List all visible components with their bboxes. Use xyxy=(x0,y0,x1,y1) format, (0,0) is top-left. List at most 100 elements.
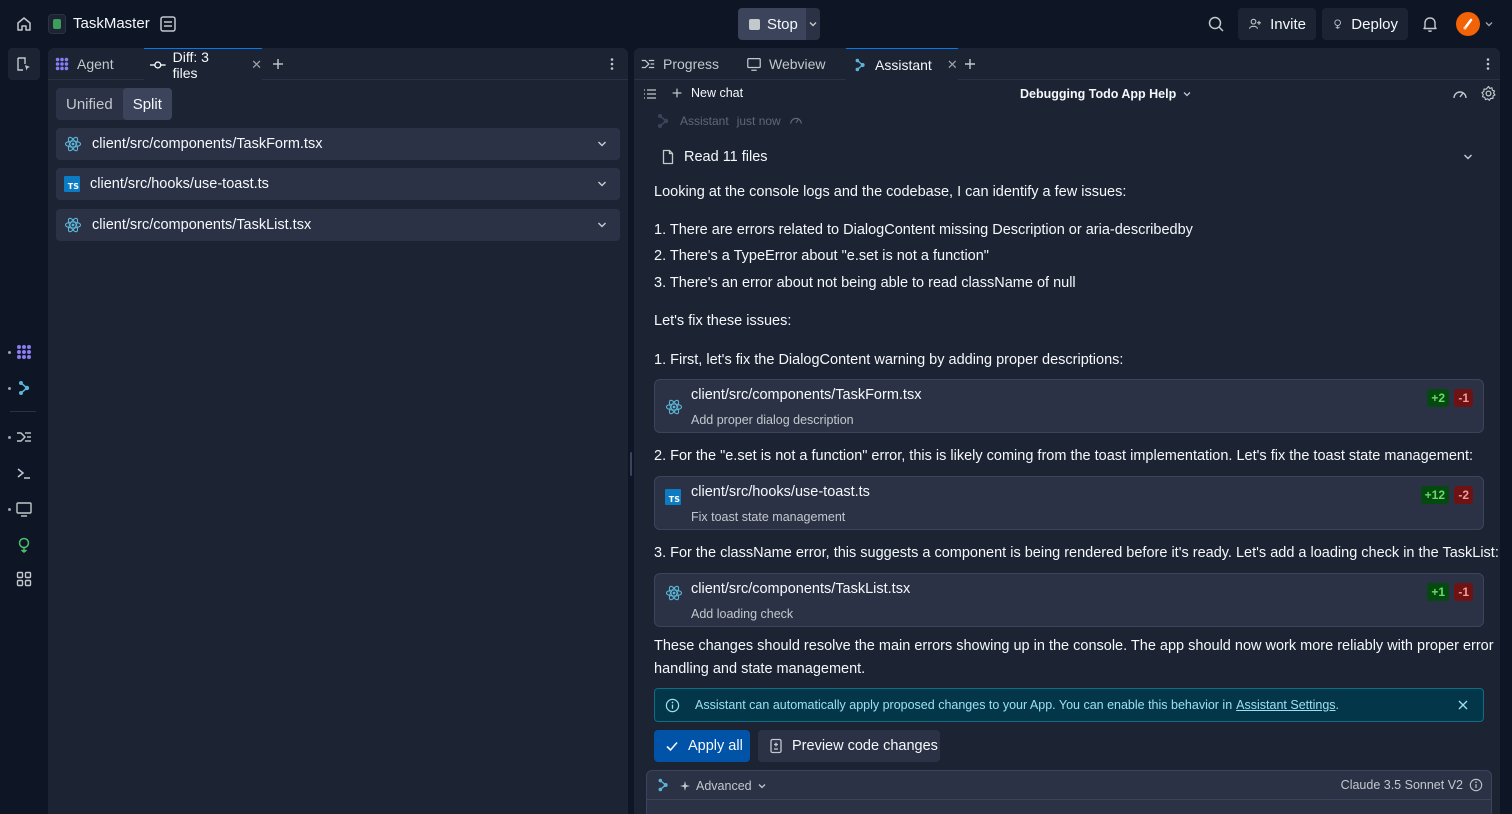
fix-step: 2. For the "e.set is not a function" err… xyxy=(654,448,1474,464)
react-icon xyxy=(64,136,82,152)
rail-indicator-dot xyxy=(8,387,11,390)
add-tab-button[interactable] xyxy=(270,56,286,72)
home-icon xyxy=(17,17,31,31)
rail-indicator-dot xyxy=(8,508,11,511)
invite-button[interactable]: Invite xyxy=(1238,8,1316,40)
deploy-label: Deploy xyxy=(1351,15,1398,33)
plus-icon xyxy=(965,59,975,69)
close-icon[interactable] xyxy=(1457,699,1469,711)
chat-history-button[interactable] xyxy=(642,86,658,102)
assistant-settings-link[interactable]: Assistant Settings xyxy=(1236,698,1335,712)
home-button[interactable] xyxy=(10,10,38,38)
additions-badge: +12 xyxy=(1420,486,1449,504)
close-icon[interactable]: ✕ xyxy=(947,57,958,73)
info-icon xyxy=(665,698,680,713)
app-menu-icon[interactable] xyxy=(158,14,178,34)
chat-composer: Advanced Claude 3.5 Sonnet V2 xyxy=(646,770,1492,814)
banner-suffix: . xyxy=(1335,698,1340,712)
rail-files-button[interactable] xyxy=(8,48,40,80)
tab-assistant[interactable]: Assistant ✕ xyxy=(846,48,958,80)
top-bar: TaskMaster Stop Invite Deploy xyxy=(0,0,1512,48)
chevron-down-icon[interactable] xyxy=(596,219,608,231)
app-name[interactable]: TaskMaster xyxy=(73,15,150,32)
pane-menu-button[interactable] xyxy=(1480,56,1496,72)
diff-file-row[interactable]: TS client/src/hooks/use-toast.ts xyxy=(56,168,620,200)
chat-settings-button[interactable] xyxy=(1480,85,1497,102)
account-menu-button[interactable] xyxy=(1484,19,1494,29)
rail-progress-button[interactable] xyxy=(12,425,36,449)
view-mode-toggle: Unified Split xyxy=(56,88,172,120)
rail-webview-button[interactable] xyxy=(12,497,36,521)
chevron-down-icon[interactable] xyxy=(596,178,608,190)
check-icon xyxy=(666,741,678,752)
typescript-icon: TS xyxy=(665,489,681,505)
monitor-icon xyxy=(747,58,761,71)
change-card[interactable]: client/src/components/TaskList.tsx Add l… xyxy=(654,573,1484,627)
more-vertical-icon xyxy=(1486,58,1490,70)
change-card[interactable]: client/src/components/TaskForm.tsx Add p… xyxy=(654,379,1484,433)
chevron-down-icon[interactable] xyxy=(596,138,608,150)
pane-resize-handle[interactable] xyxy=(630,452,632,476)
plus-icon xyxy=(672,88,682,98)
change-description: Fix toast state management xyxy=(691,510,846,524)
read-files-label: Read 11 files xyxy=(684,149,768,165)
plus-icon xyxy=(273,59,283,69)
preview-changes-button[interactable]: Preview code changes xyxy=(758,730,940,762)
model-selector[interactable]: Claude 3.5 Sonnet V2 xyxy=(1341,778,1483,792)
banner-text: Assistant can automatically apply propos… xyxy=(695,698,1233,712)
chat-title-dropdown[interactable]: Debugging Todo App Help xyxy=(1020,87,1192,101)
more-vertical-icon xyxy=(610,58,614,70)
diff-file-row[interactable]: client/src/components/TaskList.tsx xyxy=(56,209,620,241)
notifications-button[interactable] xyxy=(1421,14,1439,34)
rail-assistant-button[interactable] xyxy=(12,376,36,400)
list-icon xyxy=(644,89,656,99)
diff-file-row[interactable]: client/src/components/TaskForm.tsx xyxy=(56,128,620,160)
rail-shell-button[interactable] xyxy=(12,461,36,485)
deploy-icon xyxy=(18,537,30,553)
pane-menu-button[interactable] xyxy=(604,56,620,72)
read-files-row[interactable]: Read 11 files xyxy=(654,140,1484,174)
app-icon[interactable] xyxy=(48,14,66,34)
rail-indicator-dot xyxy=(8,436,11,439)
advanced-dropdown[interactable]: Advanced xyxy=(679,779,767,793)
view-mode-split[interactable]: Split xyxy=(122,88,172,120)
rail-all-tools-button[interactable] xyxy=(12,567,36,591)
issue-item: 2. There's a TypeError about "e.set is n… xyxy=(654,248,989,264)
fix-step: 1. First, let's fix the DialogContent wa… xyxy=(654,352,1124,368)
tab-diff[interactable]: Diff: 3 files ✕ xyxy=(144,48,262,81)
file-path: client/src/components/TaskForm.tsx xyxy=(92,136,323,152)
react-icon xyxy=(64,217,82,233)
stop-dropdown-button[interactable] xyxy=(806,8,820,40)
avatar[interactable] xyxy=(1456,12,1480,36)
search-button[interactable] xyxy=(1206,14,1226,34)
diff-pane: Agent Diff: 3 files ✕ Unified Split clie… xyxy=(48,48,628,814)
rail-agent-button[interactable] xyxy=(12,340,36,364)
chevron-down-icon xyxy=(1183,92,1191,97)
add-tab-button[interactable] xyxy=(962,56,978,72)
deletions-badge: -1 xyxy=(1454,583,1473,601)
apply-all-button[interactable]: Apply all xyxy=(654,730,750,762)
sparkle-icon xyxy=(680,781,690,791)
change-card[interactable]: TS client/src/hooks/use-toast.ts Fix toa… xyxy=(654,476,1484,530)
chevron-down-icon xyxy=(809,22,817,27)
new-chat-button[interactable]: New chat xyxy=(670,86,743,100)
advanced-label: Advanced xyxy=(696,779,752,793)
rail-deployments-button[interactable] xyxy=(12,533,36,557)
close-icon[interactable]: ✕ xyxy=(251,57,262,73)
stop-button[interactable]: Stop xyxy=(738,8,806,40)
search-icon xyxy=(1208,16,1224,32)
usage-button[interactable] xyxy=(1452,86,1468,102)
info-icon xyxy=(1469,778,1483,792)
assistant-icon xyxy=(19,381,30,395)
stop-icon xyxy=(749,18,760,30)
deploy-button[interactable]: Deploy xyxy=(1322,8,1408,40)
tab-label: Diff: 3 files xyxy=(172,48,209,81)
fix-intro: Let's fix these issues: xyxy=(654,313,792,329)
tab-label: Progress xyxy=(663,56,720,72)
chevron-down-icon xyxy=(1485,22,1493,27)
tab-progress[interactable]: Progress xyxy=(634,48,736,80)
tab-webview[interactable]: Webview xyxy=(740,48,844,80)
tab-agent[interactable]: Agent xyxy=(48,48,142,80)
file-icon xyxy=(662,149,674,165)
view-mode-unified[interactable]: Unified xyxy=(56,88,123,120)
